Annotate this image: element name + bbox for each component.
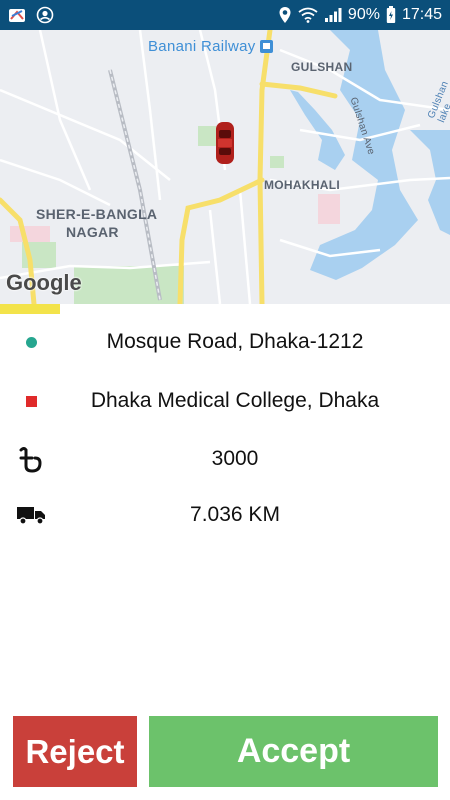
pickup-row: Mosque Road, Dhaka-1212: [0, 322, 450, 362]
map-label-station: Banani Railway: [148, 38, 256, 55]
truck-icon: [16, 500, 46, 530]
fare-amount: 3000: [211, 447, 259, 470]
pickup-address: Mosque Road, Dhaka-1212: [106, 330, 364, 353]
signal-icon: [324, 7, 342, 23]
dropoff-marker-icon: [16, 386, 46, 416]
vehicle-marker: [216, 122, 234, 164]
map-label-gulshan: GULSHAN: [291, 60, 353, 74]
map-route-strip: [0, 304, 60, 314]
account-icon: [36, 6, 54, 24]
reject-button[interactable]: Reject: [13, 716, 137, 787]
app-icon: [8, 6, 26, 24]
google-logo: Google: [6, 270, 82, 295]
clock: 17:45: [401, 6, 442, 23]
trip-distance: 7.036 KM: [190, 503, 280, 526]
pickup-marker-icon: [16, 327, 46, 357]
wifi-icon: [298, 7, 318, 23]
dropoff-row: Dhaka Medical College, Dhaka: [0, 381, 450, 421]
map-label-sher-e-bangla: SHER-E-BANGLA: [36, 206, 158, 222]
taka-currency-icon: [16, 444, 46, 474]
distance-row: 7.036 KM: [0, 495, 450, 535]
accept-button[interactable]: Accept: [149, 716, 438, 787]
map-label-nagar: NAGAR: [66, 224, 119, 240]
map-label-mohakhali: MOHAKHALI: [264, 178, 341, 192]
map-canvas: [0, 30, 450, 304]
battery-percent: 90%: [347, 6, 380, 23]
location-icon: [278, 6, 292, 24]
dropoff-address: Dhaka Medical College, Dhaka: [90, 389, 380, 412]
fare-row: 3000: [0, 439, 450, 479]
map-view[interactable]: Banani Railway GULSHAN Gulshan Ave Gulsh…: [0, 30, 450, 304]
battery-icon: [386, 6, 396, 24]
status-bar: 90% 17:45: [0, 0, 450, 30]
